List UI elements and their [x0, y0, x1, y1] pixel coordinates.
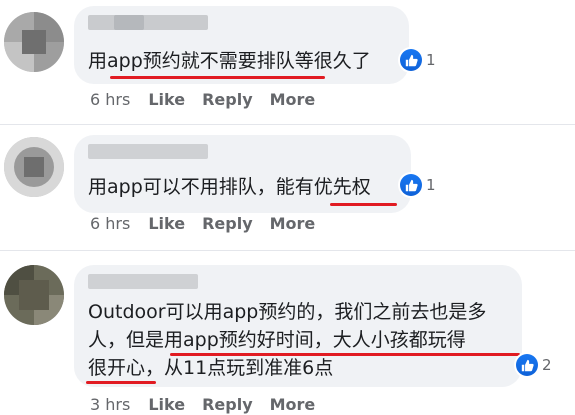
reaction-count: 2	[542, 356, 552, 374]
reply-link[interactable]: Reply	[202, 395, 253, 414]
comment-text-line-3: 很开心，从11点玩到准准6点	[88, 357, 334, 379]
reaction-count: 1	[426, 176, 436, 194]
comment-text-line-1: Outdoor可以用app预约的，我们之前去也是多	[88, 301, 487, 323]
comment-actions: 3 hrs Like Reply More	[90, 395, 332, 414]
reaction-summary[interactable]: 2	[516, 353, 552, 377]
reply-link[interactable]: Reply	[202, 214, 253, 233]
comment-2: 用app可以不用排队，能有优先权 1 6 hrs Like Reply More	[0, 125, 575, 250]
commenter-name-blurred[interactable]	[88, 15, 208, 30]
like-link[interactable]: Like	[148, 395, 185, 414]
reaction-summary[interactable]: 1	[400, 48, 436, 72]
reaction-count: 1	[426, 51, 436, 69]
like-thumbs-up-icon	[400, 49, 422, 71]
commenter-name-blurred[interactable]	[88, 274, 198, 289]
comment-1: 用app预约就不需要排队等很久了 1 6 hrs Like Reply More	[0, 0, 575, 120]
comment-actions: 6 hrs Like Reply More	[90, 214, 332, 233]
comment-actions: 6 hrs Like Reply More	[90, 90, 332, 109]
highlight-underline	[330, 203, 397, 206]
commenter-name-blurred[interactable]	[88, 144, 208, 159]
comment-text: 用app预约就不需要排队等很久了	[88, 50, 371, 72]
comment-bubble: 用app可以不用排队，能有优先权	[74, 135, 411, 213]
highlight-underline	[170, 353, 520, 356]
more-link[interactable]: More	[270, 90, 316, 109]
more-link[interactable]: More	[270, 214, 316, 233]
comment-bubble: 用app预约就不需要排队等很久了	[74, 6, 409, 84]
comment-bubble: Outdoor可以用app预约的，我们之前去也是多 人，但是用app预约好时间，…	[74, 265, 522, 387]
reply-link[interactable]: Reply	[202, 90, 253, 109]
like-link[interactable]: Like	[148, 214, 185, 233]
comment-time[interactable]: 6 hrs	[90, 90, 130, 109]
highlight-underline	[110, 76, 325, 79]
like-thumbs-up-icon	[400, 174, 422, 196]
comment-time[interactable]: 6 hrs	[90, 214, 130, 233]
reaction-summary[interactable]: 1	[400, 173, 436, 197]
avatar[interactable]	[4, 265, 64, 325]
comment-time[interactable]: 3 hrs	[90, 395, 130, 414]
like-thumbs-up-icon	[516, 354, 538, 376]
avatar[interactable]	[4, 12, 64, 72]
more-link[interactable]: More	[270, 395, 316, 414]
comment-text: 用app可以不用排队，能有优先权	[88, 176, 371, 198]
avatar[interactable]	[4, 137, 64, 197]
like-link[interactable]: Like	[148, 90, 185, 109]
comment-text-line-2: 人，但是用app预约好时间，大人小孩都玩得	[88, 329, 466, 351]
highlight-underline	[86, 381, 156, 384]
comment-3: Outdoor可以用app预约的，我们之前去也是多 人，但是用app预约好时间，…	[0, 251, 575, 415]
